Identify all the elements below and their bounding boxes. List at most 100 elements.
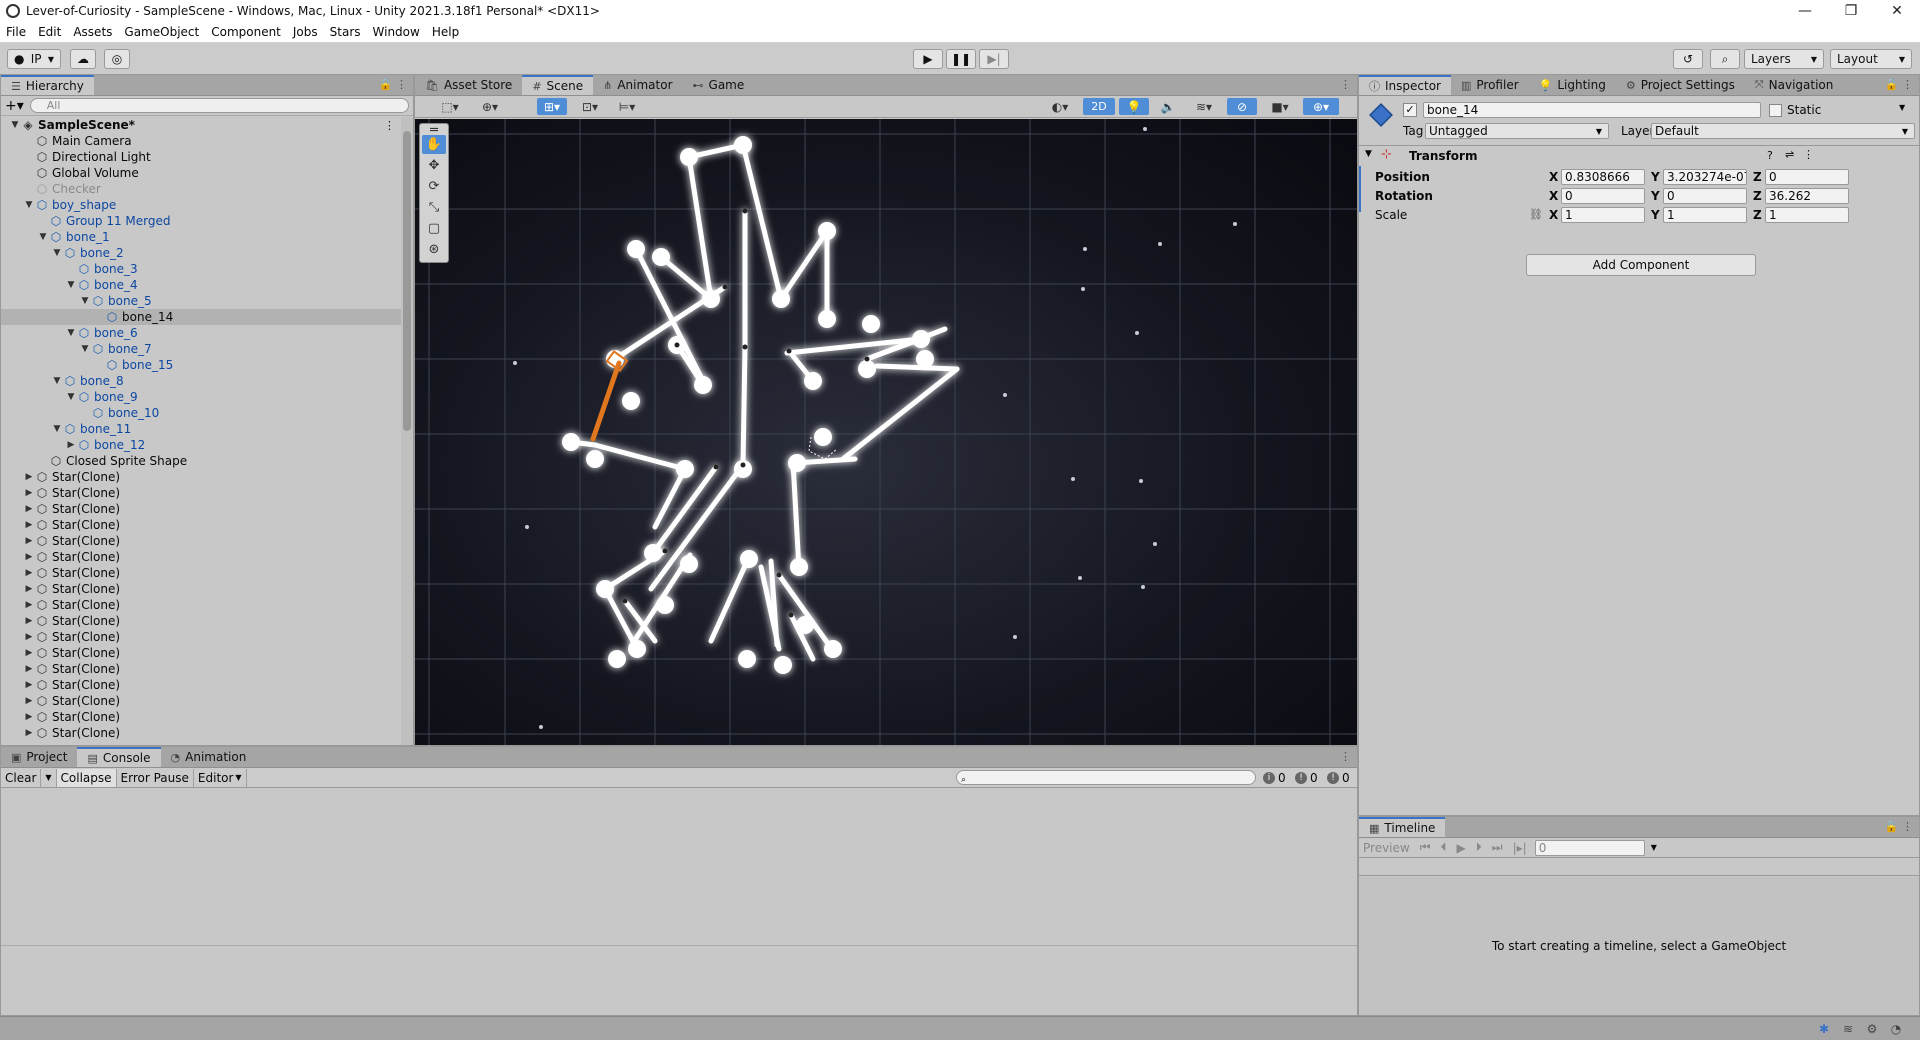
panel-menu-icon[interactable]: 🔒 ⋮ xyxy=(1885,820,1913,833)
hierarchy-item[interactable]: ▼ ⬡ bone_1 xyxy=(1,229,401,245)
hierarchy-item[interactable]: ▶ ⬡ Star(Clone) xyxy=(1,549,401,565)
foldout-arrow-icon[interactable]: ▶ xyxy=(23,504,35,514)
position-y-field[interactable]: 3.203274e-07 xyxy=(1663,169,1747,185)
hierarchy-search-input[interactable]: All xyxy=(29,98,409,113)
first-frame-icon[interactable]: ⏮ xyxy=(1420,840,1431,855)
toggle-2d-button[interactable]: 2D xyxy=(1083,98,1115,115)
foldout-arrow-icon[interactable]: ▶ xyxy=(23,552,35,562)
panel-menu-icon[interactable]: 🔒 ⋮ xyxy=(379,78,407,91)
pause-button[interactable]: ❚❚ xyxy=(946,49,976,69)
tab-hierarchy[interactable]: ☰ Hierarchy xyxy=(1,75,94,95)
layout-dropdown[interactable]: Layout ▼ xyxy=(1830,49,1912,69)
hierarchy-item[interactable]: ▼ ⬡ bone_4 xyxy=(1,277,401,293)
tab-game[interactable]: ⊷ Game xyxy=(683,75,755,95)
hierarchy-item[interactable]: ▶ ⬡ bone_12 xyxy=(1,437,401,453)
camera-dropdown[interactable]: ■▾ xyxy=(1263,98,1297,115)
rotation-x-field[interactable]: 0 xyxy=(1561,188,1645,204)
hierarchy-item[interactable]: ▶ ⬡ Star(Clone) xyxy=(1,661,401,677)
object-name-field[interactable]: bone_14 xyxy=(1423,102,1761,118)
menu-stars[interactable]: Stars xyxy=(324,25,367,39)
scale-y-field[interactable]: 1 xyxy=(1663,207,1747,223)
scale-tool-icon[interactable]: ⤡ xyxy=(422,198,446,217)
effects-dropdown[interactable]: ≋▾ xyxy=(1187,98,1221,115)
scale-x-field[interactable]: 1 xyxy=(1561,207,1645,223)
tools-handle[interactable]: ═ xyxy=(422,123,446,138)
menu-assets[interactable]: Assets xyxy=(67,25,118,39)
chevron-down-icon[interactable]: ▼ xyxy=(1651,843,1657,852)
hidden-objects-toggle[interactable]: ⊘ xyxy=(1227,98,1257,115)
panel-menu-icon[interactable]: ⋮ xyxy=(1340,78,1351,91)
hierarchy-item[interactable]: ▶ ⬡ Star(Clone) xyxy=(1,501,401,517)
hierarchy-item[interactable]: ⬡ Main Camera xyxy=(1,133,401,149)
layers-dropdown[interactable]: Layers ▼ xyxy=(1744,49,1824,69)
foldout-arrow-icon[interactable]: ▼ xyxy=(51,248,63,258)
foldout-arrow-icon[interactable]: ▶ xyxy=(23,536,35,546)
panel-menu-icon[interactable]: ⋮ xyxy=(1340,750,1351,763)
foldout-arrow-icon[interactable]: ▼ xyxy=(51,376,63,386)
prev-frame-icon[interactable]: ⏴ xyxy=(1441,840,1447,855)
error-pause-button[interactable]: Error Pause xyxy=(117,768,194,787)
tab-console[interactable]: ▤ Console xyxy=(77,747,161,767)
constrain-proportions-icon[interactable]: ⛓ xyxy=(1529,208,1543,221)
hierarchy-item[interactable]: ⬡ Group 11 Merged xyxy=(1,213,401,229)
foldout-arrow-icon[interactable]: ▶ xyxy=(23,696,35,706)
hierarchy-item[interactable]: ▼ ⬡ boy_shape xyxy=(1,197,401,213)
foldout-arrow-icon[interactable]: ▶ xyxy=(65,440,77,450)
hierarchy-item[interactable]: ▼ ⬡ bone_6 xyxy=(1,325,401,341)
hierarchy-item[interactable]: ▶ ⬡ Star(Clone) xyxy=(1,677,401,693)
position-z-field[interactable]: 0 xyxy=(1765,169,1849,185)
draw-mode-dropdown[interactable]: ⬚▾ xyxy=(435,98,465,115)
foldout-arrow-icon[interactable]: ▶ xyxy=(23,584,35,594)
hierarchy-item[interactable]: ▶ ⬡ Star(Clone) xyxy=(1,693,401,709)
hierarchy-item[interactable]: ⬡ bone_3 xyxy=(1,261,401,277)
active-checkbox[interactable]: ✓ xyxy=(1403,103,1417,117)
hierarchy-item[interactable]: ⬡ Checker xyxy=(1,181,401,197)
hierarchy-item[interactable]: ⬡ Global Volume xyxy=(1,165,401,181)
menu-help[interactable]: Help xyxy=(426,25,465,39)
foldout-arrow-icon[interactable]: ▼ xyxy=(51,424,63,434)
notifications-icon[interactable]: ◔ xyxy=(1888,1021,1904,1037)
hierarchy-item[interactable]: ▼ ⬡ bone_9 xyxy=(1,389,401,405)
panel-menu-icon[interactable]: 🔒 ⋮ xyxy=(1885,78,1913,91)
menu-file[interactable]: File xyxy=(0,25,32,39)
foldout-arrow-icon[interactable]: ▶ xyxy=(23,664,35,674)
hierarchy-item[interactable]: ▼ ⬡ bone_7 xyxy=(1,341,401,357)
ruler-dropdown[interactable]: ⊨▾ xyxy=(611,98,643,115)
foldout-arrow-icon[interactable]: ▼ xyxy=(23,200,35,210)
log-count[interactable]: i0 xyxy=(1263,770,1286,786)
tab-navigation[interactable]: ⤧ Navigation xyxy=(1745,75,1844,95)
tab-animator[interactable]: ⋔ Animator xyxy=(593,75,682,95)
hierarchy-item[interactable]: ▶ ⬡ Star(Clone) xyxy=(1,709,401,725)
maximize-button[interactable]: ❐ xyxy=(1828,0,1874,22)
debug-icon[interactable]: ⚙ xyxy=(1864,1021,1880,1037)
foldout-arrow-icon[interactable]: ▼ xyxy=(1365,149,1372,159)
menu-component[interactable]: Component xyxy=(205,25,287,39)
play-button[interactable]: ▶ xyxy=(913,49,943,69)
transform-tool-icon[interactable]: ⊛ xyxy=(422,240,446,259)
scale-z-field[interactable]: 1 xyxy=(1765,207,1849,223)
presets-icon[interactable]: ⇌ xyxy=(1785,148,1794,161)
gizmos-dropdown[interactable]: ⊕▾ xyxy=(1303,98,1339,115)
hierarchy-item[interactable]: ▼ ⬡ bone_8 xyxy=(1,373,401,389)
close-button[interactable]: ✕ xyxy=(1874,0,1920,22)
scene-menu-icon[interactable]: ⋮ xyxy=(384,119,395,132)
play-icon[interactable]: ▶ xyxy=(1457,841,1466,855)
foldout-arrow-icon[interactable]: ▶ xyxy=(23,472,35,482)
layer-dropdown[interactable]: Default ▼ xyxy=(1651,123,1915,139)
foldout-arrow-icon[interactable]: ▼ xyxy=(37,232,49,242)
foldout-arrow-icon[interactable]: ▶ xyxy=(23,488,35,498)
editor-dropdown[interactable]: Editor ▼ xyxy=(194,768,247,787)
hierarchy-item[interactable]: ▶ ⬡ Star(Clone) xyxy=(1,533,401,549)
foldout-arrow-icon[interactable]: ▶ xyxy=(23,728,35,738)
tab-project-settings[interactable]: ⚙ Project Settings xyxy=(1616,75,1745,95)
foldout-arrow-icon[interactable]: ▼ xyxy=(65,328,77,338)
foldout-arrow-icon[interactable]: ▼ xyxy=(79,296,91,306)
hierarchy-item[interactable]: ▼ ⬡ bone_2 xyxy=(1,245,401,261)
search-button[interactable]: ⌕ xyxy=(1710,49,1740,69)
account-dropdown[interactable]: ● IP ▼ xyxy=(7,49,61,69)
foldout-arrow-icon[interactable]: ▶ xyxy=(23,520,35,530)
foldout-arrow-icon[interactable]: ▶ xyxy=(23,568,35,578)
menu-gameobject[interactable]: GameObject xyxy=(118,25,205,39)
snap-increment-dropdown[interactable]: ⊡▾ xyxy=(575,98,605,115)
global-dropdown[interactable]: ⊕▾ xyxy=(475,98,505,115)
